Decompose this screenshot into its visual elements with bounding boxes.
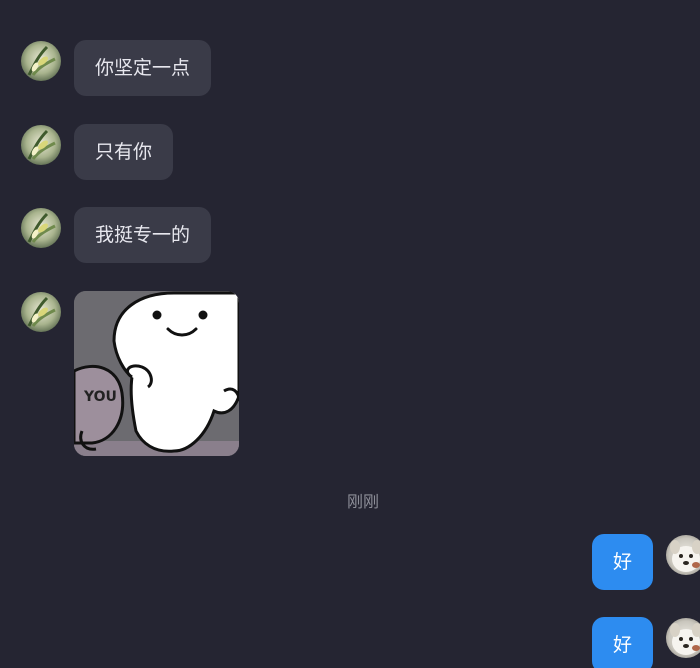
message-bubble[interactable]: 我挺专一的 xyxy=(74,207,212,263)
plant-photo-icon xyxy=(21,208,61,248)
message-text: 好 xyxy=(612,551,632,573)
plant-photo-icon xyxy=(21,41,61,81)
sticker-you-text: YOU xyxy=(83,389,117,405)
message-bubble-outgoing[interactable]: 好 xyxy=(592,617,653,668)
message-text: 我挺专一的 xyxy=(95,224,191,246)
contact-avatar[interactable] xyxy=(21,208,61,248)
message-text: 好 xyxy=(612,634,632,656)
sticker-message[interactable]: YOU xyxy=(74,291,239,456)
ghost-sticker-image: YOU xyxy=(74,291,239,456)
plant-photo-icon xyxy=(21,292,61,332)
chat-window: 你坚定一点 只有你 我挺专一的 YOU 刚刚 好 好 xyxy=(0,0,700,668)
self-avatar[interactable] xyxy=(666,618,700,658)
message-text: 你坚定一点 xyxy=(95,57,191,79)
message-text: 只有你 xyxy=(95,141,153,163)
contact-avatar[interactable] xyxy=(21,292,61,332)
message-bubble[interactable]: 你坚定一点 xyxy=(74,40,212,96)
message-timestamp: 刚刚 xyxy=(346,492,379,511)
message-bubble-outgoing[interactable]: 好 xyxy=(592,534,653,590)
plant-photo-icon xyxy=(21,125,61,165)
message-bubble[interactable]: 只有你 xyxy=(74,124,174,180)
contact-avatar[interactable] xyxy=(21,41,61,81)
self-avatar[interactable] xyxy=(666,535,700,575)
dog-photo-icon xyxy=(666,618,700,658)
dog-photo-icon xyxy=(666,535,700,575)
contact-avatar[interactable] xyxy=(21,125,61,165)
